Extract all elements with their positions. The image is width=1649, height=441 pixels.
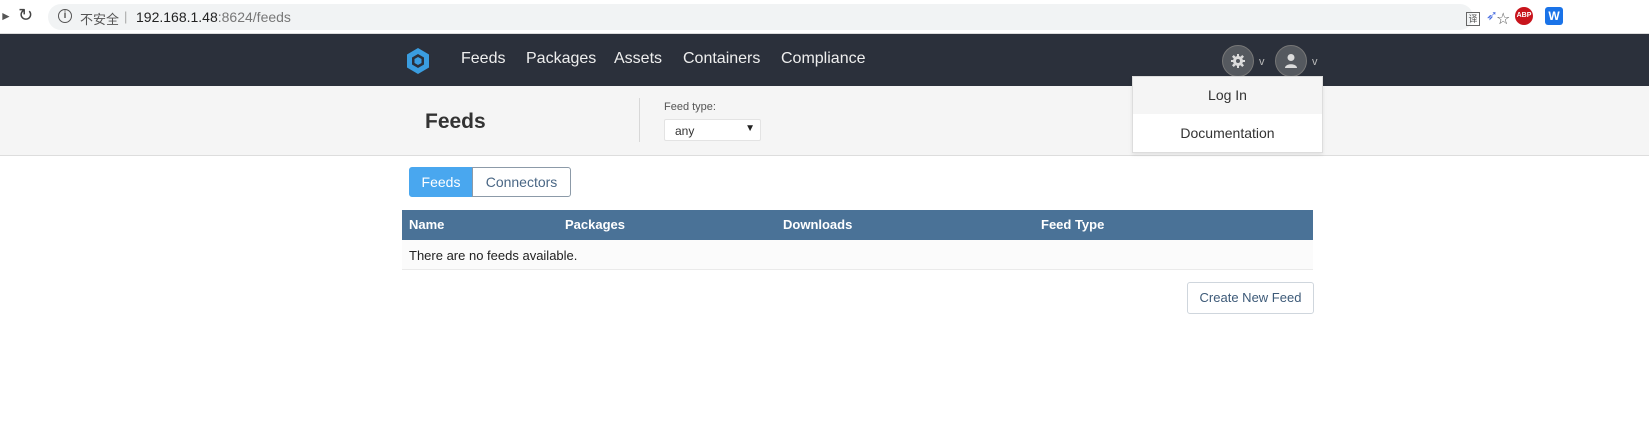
page-header: Feeds Feed type: any ▼ xyxy=(0,86,1649,156)
reload-icon[interactable]: ↻ xyxy=(18,5,33,26)
info-icon[interactable]: i xyxy=(58,9,72,23)
translate-icon[interactable]: 译 xyxy=(1466,12,1480,26)
table-header: Name Packages Downloads Feed Type xyxy=(402,210,1313,240)
nav-compliance[interactable]: Compliance xyxy=(781,50,865,68)
menu-item-documentation[interactable]: Documentation xyxy=(1133,115,1322,152)
address-bar[interactable]: i 不安全 | 192.168.1.48:8624/feeds 译 ☆ xyxy=(48,4,1510,30)
column-packages[interactable]: Packages xyxy=(565,217,625,232)
nav-packages[interactable]: Packages xyxy=(526,50,596,68)
w-extension-icon[interactable]: W xyxy=(1545,7,1563,25)
user-dropdown-menu: Log In Documentation xyxy=(1132,76,1323,153)
tab-feeds[interactable]: Feeds xyxy=(409,167,473,197)
nav-feeds[interactable]: Feeds xyxy=(461,50,505,68)
feed-type-label: Feed type: xyxy=(664,101,716,113)
nav-containers[interactable]: Containers xyxy=(683,50,760,68)
forward-arrow-icon[interactable]: ► xyxy=(0,9,12,23)
app-navbar: Feeds Packages Assets Containers Complia… xyxy=(0,34,1649,86)
url-path: :8624/feeds xyxy=(217,9,291,25)
gear-icon xyxy=(1231,54,1245,68)
browser-toolbar: ► ↻ i 不安全 | 192.168.1.48:8624/feeds 译 ☆ … xyxy=(0,0,1649,34)
table-row: There are no feeds available. xyxy=(402,240,1313,270)
extension-bird-icon[interactable]: ➶ xyxy=(1486,7,1502,23)
url-host: 192.168.1.48 xyxy=(136,9,218,25)
create-new-feed-button[interactable]: Create New Feed xyxy=(1187,282,1314,314)
header-divider xyxy=(639,98,640,142)
column-feed-type[interactable]: Feed Type xyxy=(1041,217,1104,232)
adblock-extension-icon[interactable]: ABP xyxy=(1515,7,1533,25)
column-downloads[interactable]: Downloads xyxy=(783,217,852,232)
user-icon xyxy=(1285,54,1297,68)
user-menu-button[interactable] xyxy=(1275,45,1307,77)
url-text: 192.168.1.48:8624/feeds xyxy=(136,9,291,25)
nav-assets[interactable]: Assets xyxy=(614,50,662,68)
tab-connectors[interactable]: Connectors xyxy=(472,167,571,197)
page-title: Feeds xyxy=(425,110,486,133)
user-caret-icon[interactable]: v xyxy=(1312,56,1318,68)
menu-item-log-in[interactable]: Log In xyxy=(1133,77,1322,114)
app-logo-icon[interactable] xyxy=(405,47,431,75)
column-name[interactable]: Name xyxy=(409,217,444,232)
url-separator: | xyxy=(124,9,128,24)
security-label: 不安全 xyxy=(80,12,120,27)
feed-type-value: any xyxy=(675,124,695,138)
select-arrow-icon: ▼ xyxy=(745,123,755,134)
settings-caret-icon[interactable]: v xyxy=(1259,56,1265,68)
feed-type-select[interactable]: any ▼ xyxy=(664,119,761,141)
settings-button[interactable] xyxy=(1222,45,1254,77)
empty-message: There are no feeds available. xyxy=(409,248,578,263)
